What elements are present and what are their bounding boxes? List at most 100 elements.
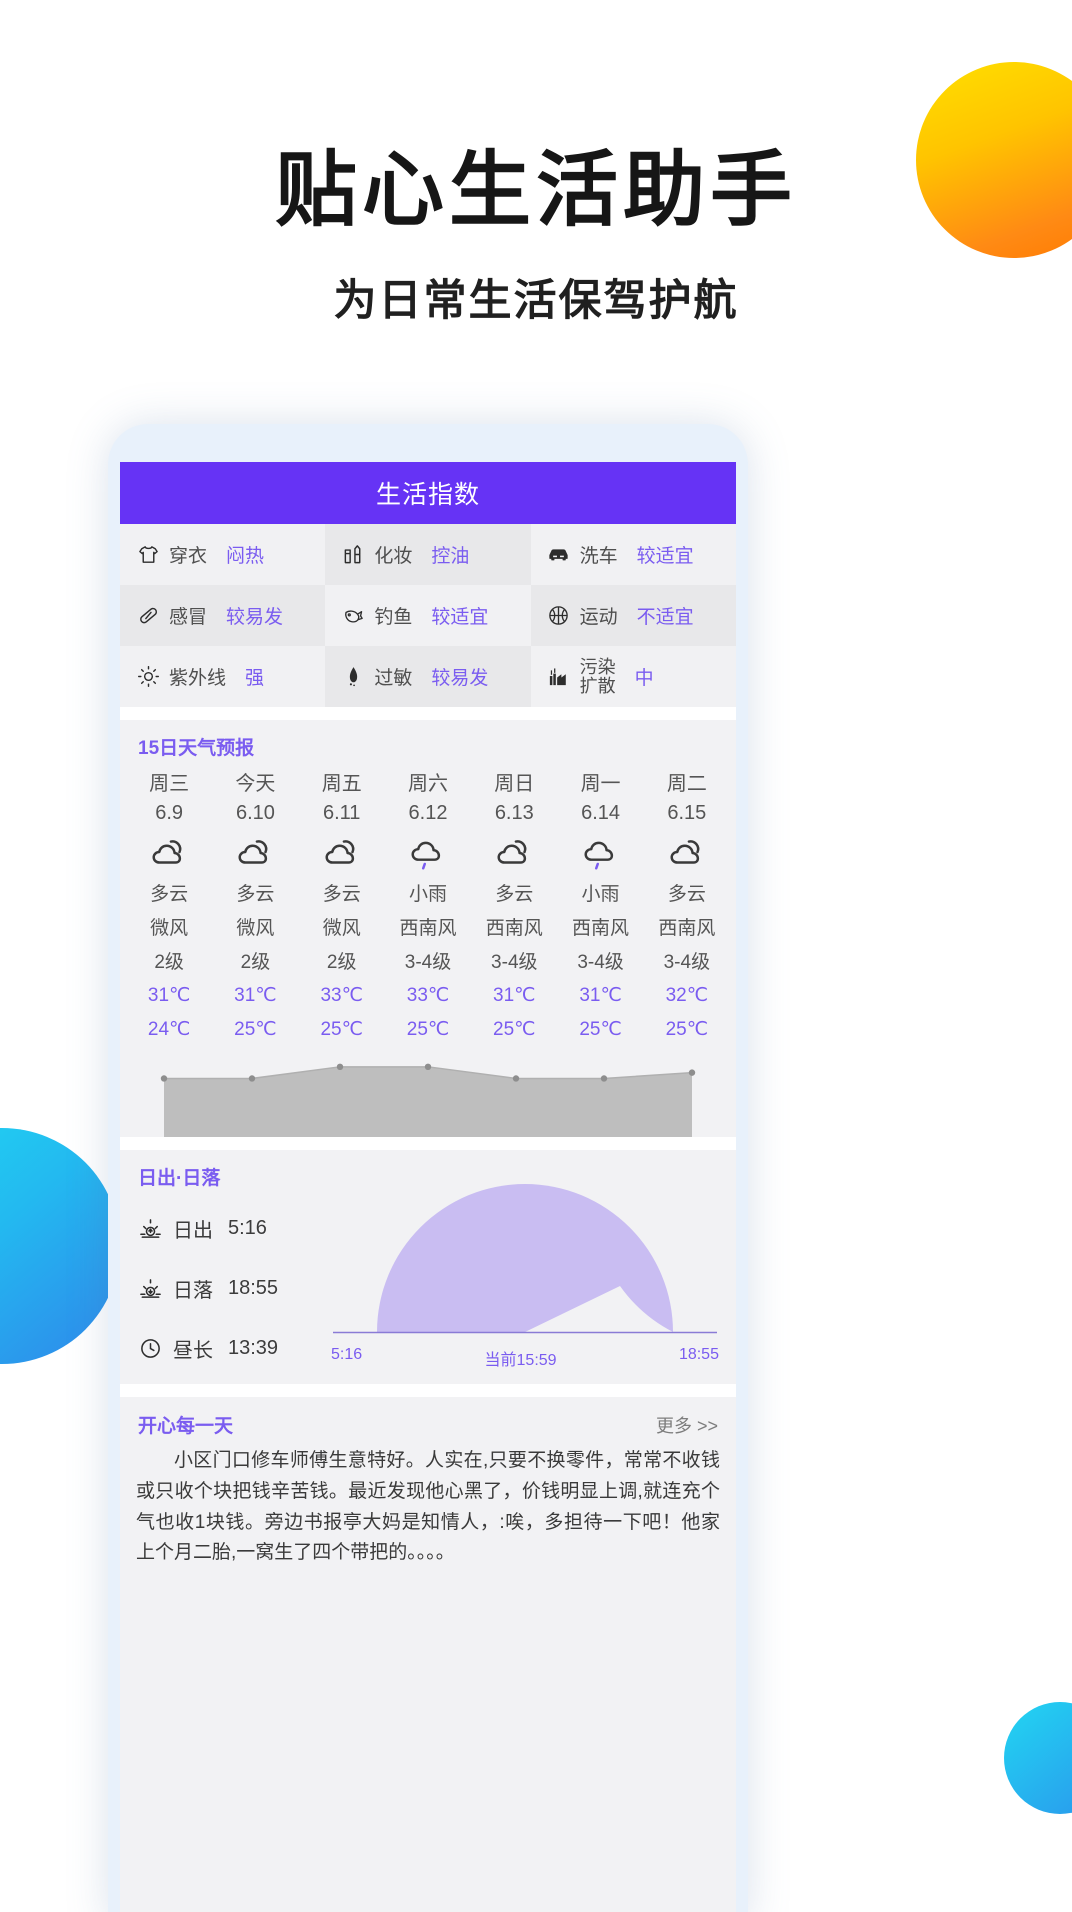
forecast-low-temp: 24℃: [147, 1019, 191, 1041]
forecast-high-temp: 32℃: [665, 985, 709, 1007]
app-bar-title: 生活指数: [375, 481, 480, 509]
forecast-title: 15日天气预报: [138, 738, 255, 759]
temperature-data-point: [512, 1075, 520, 1082]
forecast-wind-dir: 西南风: [399, 917, 457, 939]
life-index-cell[interactable]: 紫外线强: [120, 646, 325, 707]
partly-cloudy-icon: [493, 828, 535, 878]
life-index-label: 过敏: [374, 668, 413, 689]
forecast-wind-level: 2级: [240, 951, 271, 973]
sunset-label: 日落: [173, 1279, 213, 1302]
forecast-day-column[interactable]: 周一 6.14 小雨 西南风 3-4级 31℃ 25℃: [557, 768, 643, 1047]
tshirt-icon: [136, 543, 160, 567]
forecast-wind-dir: 西南风: [658, 917, 716, 939]
forecast-date: 6.10: [235, 802, 275, 824]
temperature-data-point: [160, 1075, 168, 1082]
axis-sunset-label: 18:55: [678, 1346, 719, 1364]
forecast-low-temp: 25℃: [320, 1019, 363, 1041]
partly-cloudy-icon: [666, 828, 708, 878]
joke-header: 开心每一天 更多 >>: [120, 1397, 736, 1444]
daylength-label: 昼长: [173, 1339, 213, 1362]
app-bar: 生活指数: [120, 462, 736, 524]
forecast-weekday: 周日: [494, 773, 535, 795]
basketball-icon: [547, 604, 571, 628]
joke-body-text: 小区门口修车师傅生意特好。人实在,只要不换零件，常常不收钱或只收个块把钱辛苦钱。…: [136, 1450, 720, 1564]
forecast-day-column[interactable]: 周六 6.12 小雨 西南风 3-4级 33℃ 25℃: [385, 768, 471, 1047]
life-index-value: 较适宜: [431, 607, 489, 628]
decorative-blue-circle: [0, 1128, 120, 1364]
sunrise-sunset-section: 日出·日落 5:16 当前15:59 18:55 日出 5:16 日落 18:5…: [120, 1150, 736, 1385]
sunset-icon: [138, 1276, 162, 1300]
forecast-day-column[interactable]: 周三 6.9 多云 微风 2级 31℃ 24℃: [126, 768, 212, 1047]
life-index-cell[interactable]: 运动 不适宜: [530, 585, 736, 646]
life-index-cell[interactable]: 过敏 较易发: [325, 646, 531, 707]
forecast-high-temp: 33℃: [406, 985, 450, 1007]
capsule-icon: [136, 604, 160, 628]
forecast-wind-dir: 微风: [150, 917, 189, 939]
forecast-day-column[interactable]: 周日 6.13 多云 西南风 3-4级 31℃ 25℃: [471, 768, 557, 1047]
life-index-cell[interactable]: 穿衣 闷热: [120, 524, 325, 585]
section-divider: [120, 707, 736, 720]
life-index-value: 较易发: [226, 607, 284, 628]
forecast-weekday: 周一: [580, 773, 621, 795]
forecast-wind-level: 3-4级: [663, 951, 711, 973]
life-index-label: 洗车: [579, 546, 618, 567]
forecast-date: 6.9: [155, 802, 184, 824]
forecast-day-column[interactable]: 周五 6.11 多云 微风 2级 33℃ 25℃: [299, 768, 385, 1047]
life-index-label: 感冒: [169, 607, 208, 628]
lipstick-icon: [341, 543, 365, 567]
forecast-condition: 多云: [150, 884, 189, 905]
forecast-wind-dir: 微风: [236, 917, 275, 939]
forecast-wind-dir: 微风: [322, 917, 361, 939]
forecast-high-temp: 33℃: [320, 985, 363, 1007]
life-index-cell[interactable]: 化妆 控油: [325, 524, 531, 585]
life-index-cell[interactable]: 洗车 较适宜: [531, 524, 736, 585]
forecast-date: 6.13: [494, 802, 534, 824]
phone-mockup: 生活指数 穿衣 闷热 化妆 控油 洗车 较适宜 感冒 较易发 钓鱼 较适宜 运动 不适宜 紫外线强过敏较…: [108, 424, 748, 1912]
forecast-date: 6.11: [322, 802, 361, 824]
daylight-arc-chart: [325, 1172, 725, 1367]
life-index-label: 运动: [579, 607, 618, 628]
life-index-cell[interactable]: 钓鱼 较适宜: [325, 585, 530, 646]
life-index-label: 污染 扩散: [579, 656, 616, 696]
joke-more-link[interactable]: 更多 >>: [656, 1412, 718, 1438]
life-index-value: 较易发: [431, 668, 489, 689]
forecast-high-temp: 31℃: [579, 985, 622, 1007]
axis-sunrise-label: 5:16: [331, 1346, 363, 1364]
life-index-value: 控油: [431, 546, 470, 567]
life-index-label: 穿衣: [169, 546, 208, 567]
forecast-condition: 小雨: [581, 884, 620, 905]
forecast-day-column[interactable]: 今天 6.10 多云 微风 2级 31℃ 25℃: [212, 768, 298, 1047]
page-subheadline: 为日常生活保驾护航: [333, 277, 739, 325]
fish-icon: [341, 604, 365, 628]
forecast-date: 6.15: [667, 802, 707, 824]
temperature-data-point: [688, 1069, 696, 1076]
forecast-wind-dir: 西南风: [485, 917, 543, 939]
forecast-condition: 多云: [495, 884, 534, 905]
pollen-icon: [341, 665, 365, 689]
forecast-date: 6.12: [408, 802, 448, 824]
temperature-data-point: [336, 1063, 344, 1071]
temperature-band-chart: [120, 1047, 736, 1138]
section-divider-3: [120, 1384, 736, 1398]
life-index-grid: 穿衣 闷热 化妆 控油 洗车 较适宜 感冒 较易发 钓鱼 较适宜 运动 不适宜 紫外线强过敏 较易发 污染扩…: [120, 524, 736, 707]
forecast-weekday: 今天: [235, 773, 276, 795]
forecast-low-temp: 25℃: [234, 1019, 277, 1041]
forecast-section: 15日天气预报 周三 6.9 多云 微风 2级 31℃ 24℃ 今天 6.10 多云 微风 2级 31℃…: [120, 720, 736, 1138]
forecast-condition: 多云: [667, 884, 706, 905]
life-index-value: 中: [634, 668, 654, 689]
partly-cloudy-icon: [234, 828, 276, 878]
forecast-day-column[interactable]: 周二 6.15 多云 西南风 3-4级 32℃ 25℃: [644, 768, 730, 1047]
life-index-value: 闷热: [226, 546, 265, 567]
life-index-cell[interactable]: 感冒 较易发: [120, 585, 326, 646]
forecast-condition: 小雨: [408, 884, 447, 905]
life-index-value: 不适宜: [636, 607, 694, 628]
life-index-cell[interactable]: 污染 扩散中: [531, 646, 736, 707]
joke-section: 开心每一天 更多 >> 小区门口修车师傅生意特好。人实在,只要不换零件，常常不收…: [120, 1397, 736, 1570]
axis-now-label: 当前15:59: [484, 1352, 557, 1370]
clock-icon: [138, 1336, 162, 1360]
factory-icon: [547, 665, 571, 689]
forecast-low-temp: 25℃: [579, 1019, 622, 1041]
forecast-high-temp: 31℃: [147, 985, 191, 1007]
partly-cloudy-icon: [148, 828, 190, 878]
page-headline: 贴心生活助手: [274, 145, 797, 236]
